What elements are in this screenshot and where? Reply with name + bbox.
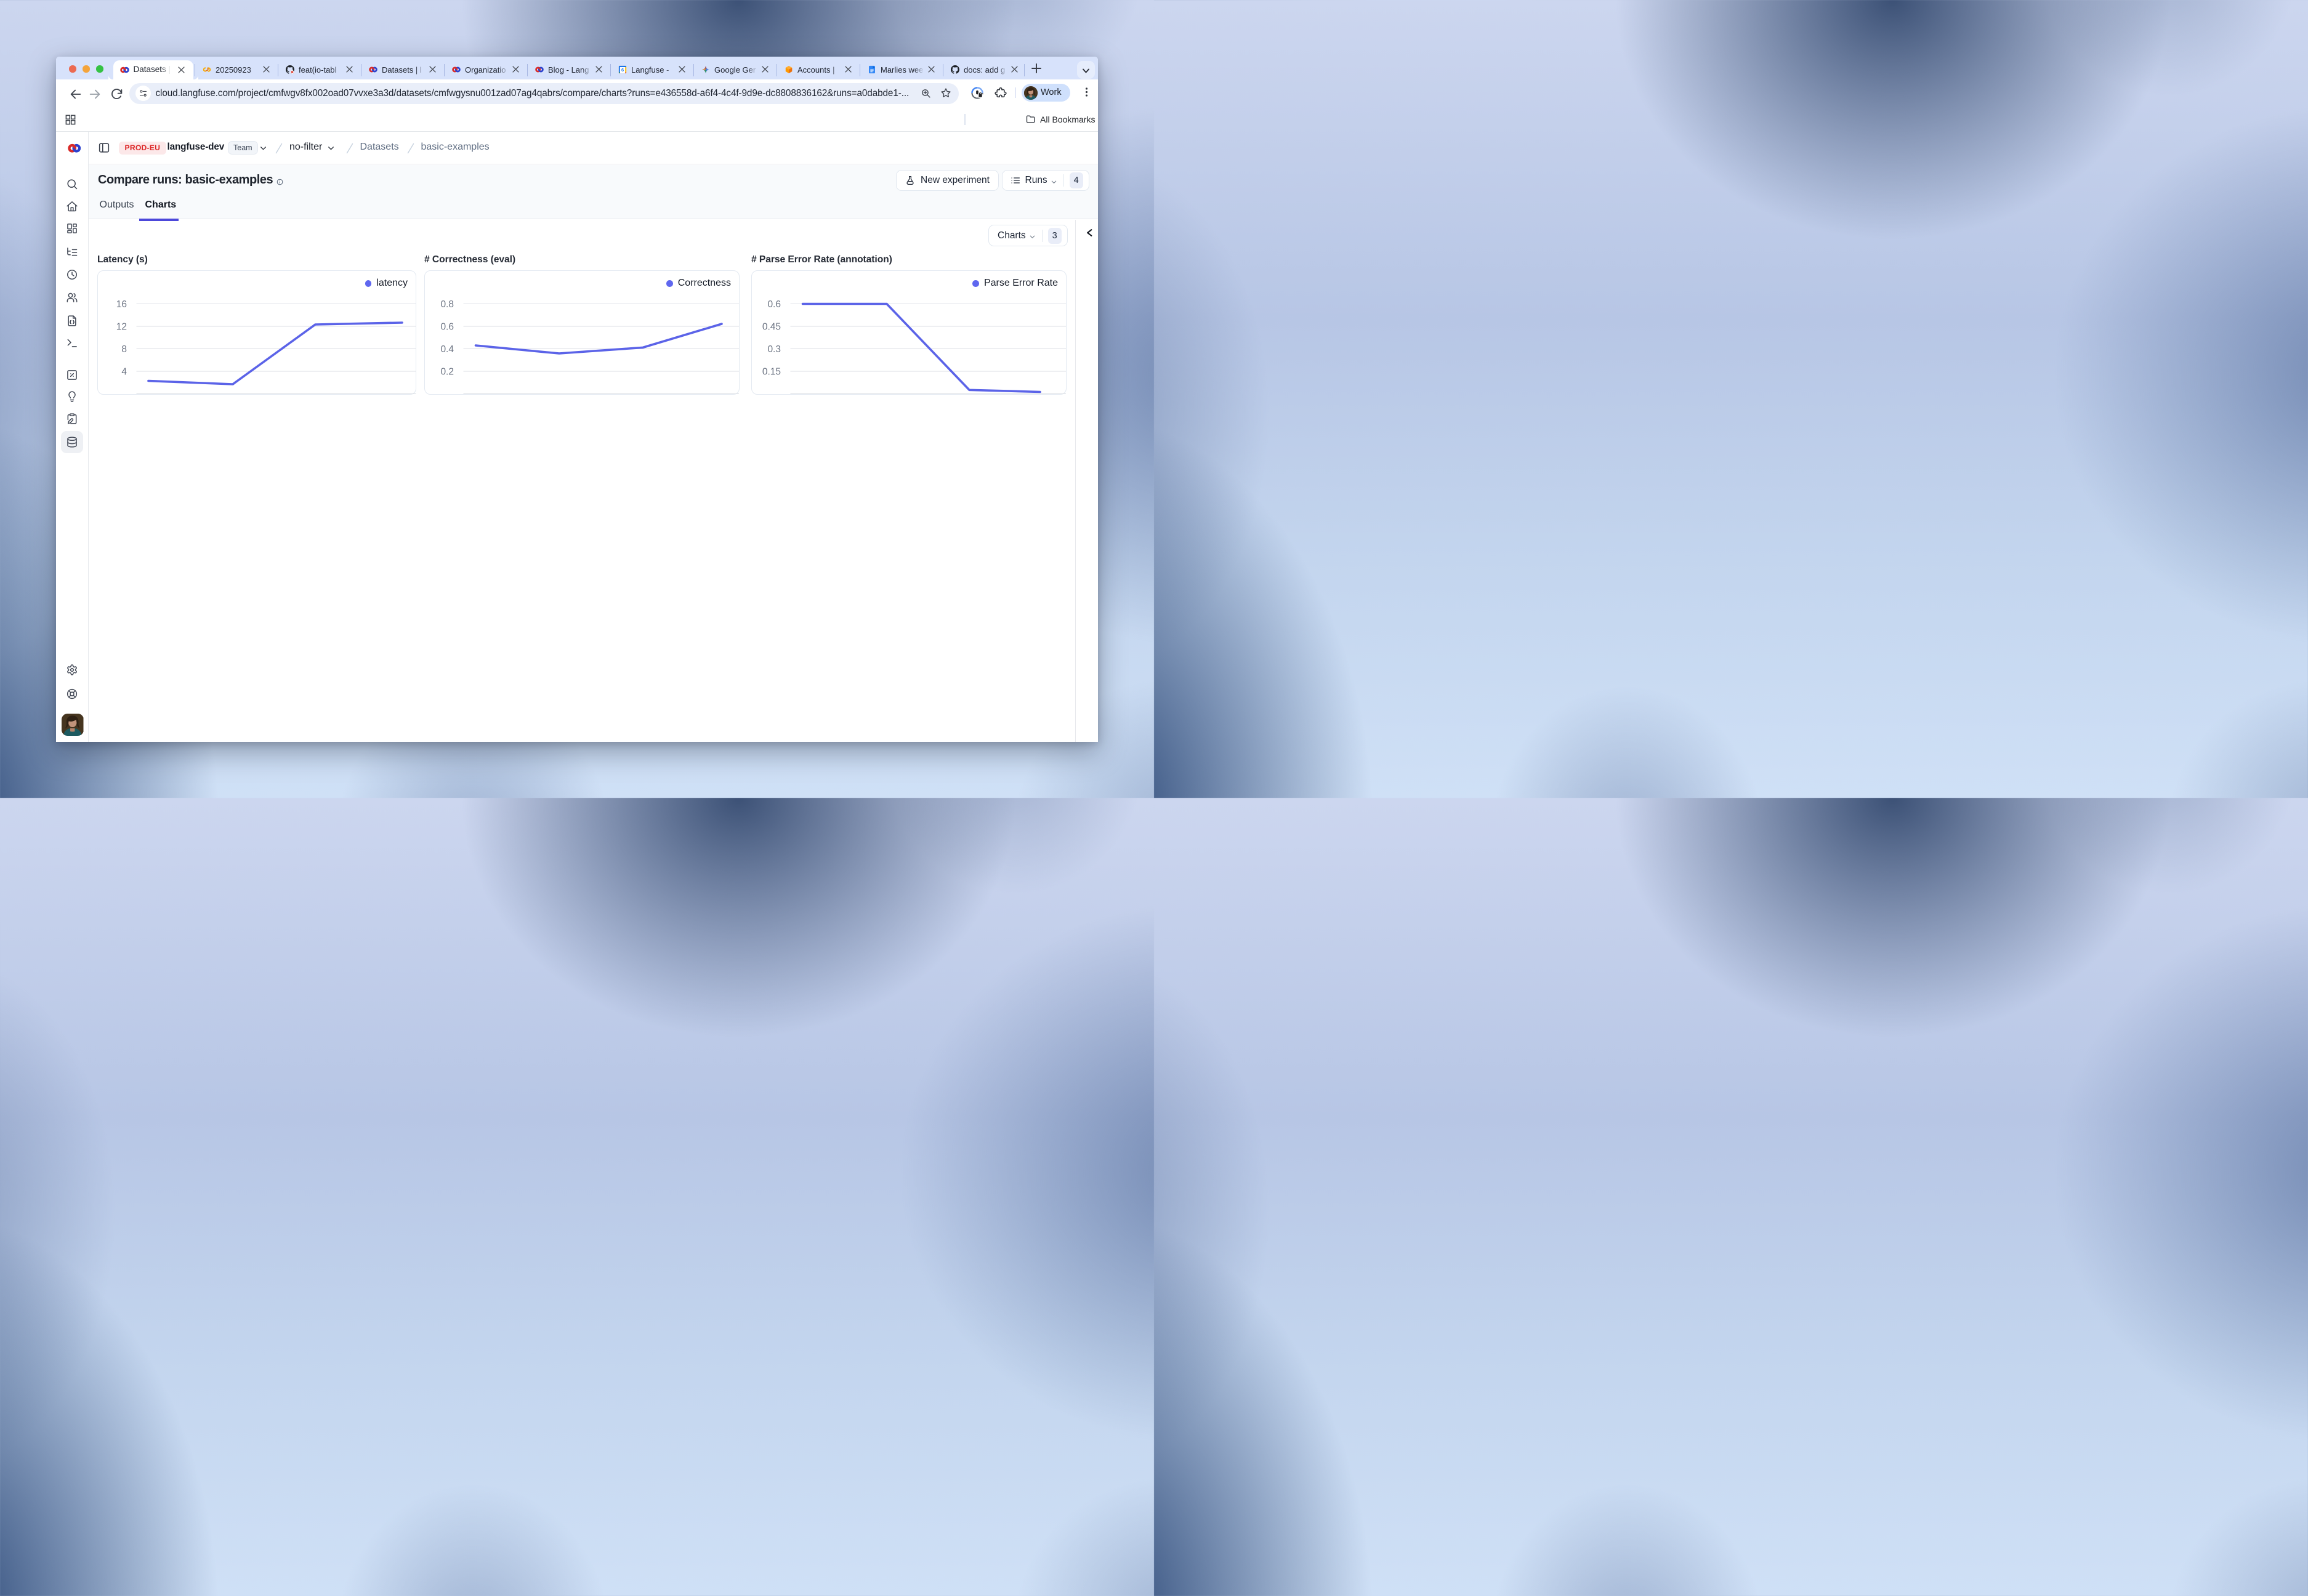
svg-text:4: 4	[121, 367, 127, 377]
svg-text:0.4: 0.4	[440, 344, 454, 355]
svg-text:0.2: 0.2	[440, 367, 454, 377]
svg-text:8: 8	[121, 344, 127, 355]
svg-text:0.6: 0.6	[440, 322, 454, 332]
svg-text:6: 6	[621, 67, 624, 73]
svg-text:0.3: 0.3	[767, 344, 781, 355]
svg-text:16: 16	[116, 299, 126, 310]
svg-text:0.15: 0.15	[762, 367, 781, 377]
svg-text:0.6: 0.6	[767, 299, 781, 310]
svg-text:0.45: 0.45	[762, 322, 781, 332]
svg-text:12: 12	[116, 322, 126, 332]
svg-text:0.8: 0.8	[440, 299, 454, 310]
